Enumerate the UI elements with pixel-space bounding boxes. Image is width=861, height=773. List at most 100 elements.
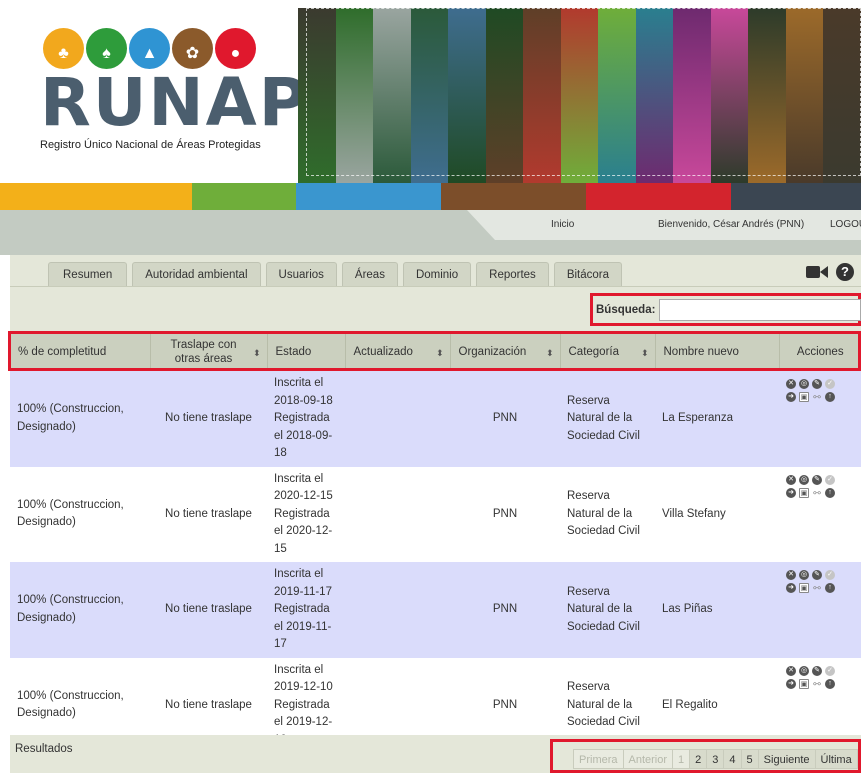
pager-page-4[interactable]: 4 xyxy=(723,749,742,769)
image-icon[interactable]: ▣ xyxy=(799,583,809,593)
tab-usuarios[interactable]: Usuarios xyxy=(265,262,337,286)
nav-home-link[interactable]: Inicio xyxy=(551,219,574,230)
color-bar-segment xyxy=(192,183,296,210)
cell-estado: Inscrita el 2018-09-18 Registrada el 201… xyxy=(267,371,345,467)
edit-icon[interactable]: ✎ xyxy=(812,570,822,580)
link-icon[interactable]: ⚯ xyxy=(812,583,822,593)
edit-icon[interactable]: ✎ xyxy=(812,379,822,389)
link-icon[interactable]: ⚯ xyxy=(812,488,822,498)
column-header-estado[interactable]: Estado xyxy=(267,333,346,371)
cell-actions: ✕ ◎ ✎ ✓ ➜ ▣ ⚯ ↑ xyxy=(779,371,861,467)
delete-icon[interactable]: ✕ xyxy=(786,379,796,389)
delete-icon[interactable]: ✕ xyxy=(786,474,796,485)
sort-icon[interactable]: ⬍ xyxy=(253,346,261,360)
nature-photo-panel xyxy=(335,8,374,183)
results-label: Resultados xyxy=(15,743,73,755)
nature-photo-panel xyxy=(823,8,861,183)
tab-autoridad-ambiental[interactable]: Autoridad ambiental xyxy=(132,262,261,286)
logo-mountain-circle-icon: ▲ xyxy=(129,28,170,69)
edit-icon[interactable]: ✎ xyxy=(812,665,822,676)
logo-circles: ♣ ♠ ▲ ✿ ● xyxy=(43,28,270,69)
column-header-traslape[interactable]: Traslape con otras áreas ⬍ xyxy=(150,333,268,371)
areas-table-wrapper: % de completitud Traslape con otras área… xyxy=(10,333,861,753)
cell-traslape: No tiene traslape xyxy=(150,562,267,658)
view-icon[interactable]: ◎ xyxy=(799,379,809,389)
approve-icon[interactable]: ✓ xyxy=(825,379,835,389)
link-icon[interactable]: ⚯ xyxy=(812,392,822,402)
cell-traslape: No tiene traslape xyxy=(150,371,267,467)
sort-icon[interactable]: ⬍ xyxy=(436,346,444,360)
nature-photo-panel xyxy=(410,8,449,183)
table-row[interactable]: 100% (Construccion, Designado) No tiene … xyxy=(10,562,861,658)
upload-icon[interactable]: ↑ xyxy=(825,583,835,593)
pager-page-2[interactable]: 2 xyxy=(689,749,708,769)
upload-icon[interactable]: ↑ xyxy=(825,392,835,402)
tab-areas[interactable]: Áreas xyxy=(341,262,398,286)
go-icon[interactable]: ➜ xyxy=(786,487,796,498)
column-header-label: Organización xyxy=(458,346,527,358)
view-icon[interactable]: ◎ xyxy=(799,570,809,580)
tab-reportes[interactable]: Reportes xyxy=(476,262,549,286)
nav-logout-link[interactable]: LOGOUT xyxy=(830,219,861,230)
video-camera-icon[interactable] xyxy=(806,264,828,280)
pager-page-3[interactable]: 3 xyxy=(706,749,725,769)
nature-photo-panel xyxy=(485,8,524,183)
search-input[interactable] xyxy=(659,299,861,321)
approve-icon[interactable]: ✓ xyxy=(825,570,835,580)
edit-icon[interactable]: ✎ xyxy=(812,474,822,485)
approve-icon[interactable]: ✓ xyxy=(825,665,835,676)
approve-icon[interactable]: ✓ xyxy=(825,474,835,485)
question-circle-icon[interactable]: ? xyxy=(836,263,854,281)
logo-subtitle: Registro Único Nacional de Áreas Protegi… xyxy=(40,139,261,151)
column-header-actualizado[interactable]: Actualizado ⬍ xyxy=(345,333,451,371)
cell-traslape: No tiene traslape xyxy=(150,466,267,562)
cell-organizacion: PNN xyxy=(450,371,560,467)
logo-palm-circle-icon: ♣ xyxy=(43,28,84,69)
upload-icon[interactable]: ↑ xyxy=(825,678,835,689)
tab-resumen[interactable]: Resumen xyxy=(48,262,128,286)
site-header: ♣ ♠ ▲ ✿ ● RUNAP Registro Único Nacional … xyxy=(0,0,861,210)
view-icon[interactable]: ◎ xyxy=(799,474,809,485)
pager-prev-button[interactable]: Anterior xyxy=(622,749,674,769)
cell-completitud: 100% (Construccion, Designado) xyxy=(10,562,150,658)
pager-page-5[interactable]: 5 xyxy=(740,749,759,769)
sort-icon[interactable]: ⬍ xyxy=(641,346,649,360)
table-row[interactable]: 100% (Construccion, Designado) No tiene … xyxy=(10,466,861,562)
delete-icon[interactable]: ✕ xyxy=(786,665,796,676)
column-header-label: Acciones xyxy=(796,346,844,358)
nature-photo-panel xyxy=(598,8,636,183)
image-icon[interactable]: ▣ xyxy=(799,392,809,402)
table-header-row: % de completitud Traslape con otras área… xyxy=(10,333,861,371)
go-icon[interactable]: ➜ xyxy=(786,392,796,402)
link-icon[interactable]: ⚯ xyxy=(812,679,822,689)
image-icon[interactable]: ▣ xyxy=(799,487,809,498)
actions-row: ✕ ◎ ✎ ✓ xyxy=(786,474,854,485)
column-header-organizacion[interactable]: Organización ⬍ xyxy=(450,333,561,371)
cell-categoria: Reserva Natural de la Sociedad Civil xyxy=(560,562,655,658)
delete-icon[interactable]: ✕ xyxy=(786,570,796,580)
column-header-nombre-nuevo[interactable]: Nombre nuevo xyxy=(655,333,780,371)
go-icon[interactable]: ➜ xyxy=(786,583,796,593)
go-icon[interactable]: ➜ xyxy=(786,678,796,689)
tab-dominio[interactable]: Dominio xyxy=(402,262,472,286)
view-icon[interactable]: ◎ xyxy=(799,665,809,676)
sort-icon[interactable]: ⬍ xyxy=(546,346,554,360)
tab-bitacora[interactable]: Bitácora xyxy=(553,262,622,286)
nature-photo-panel xyxy=(448,8,486,183)
runap-logo[interactable]: ♣ ♠ ▲ ✿ ● RUNAP Registro Único Nacional … xyxy=(40,28,307,158)
column-header-categoria[interactable]: Categoría ⬍ xyxy=(560,333,656,371)
column-header-label: Nombre nuevo xyxy=(663,346,739,358)
nature-photo-panel xyxy=(373,8,411,183)
table-row[interactable]: 100% (Construccion, Designado) No tiene … xyxy=(10,371,861,467)
pager-first-button[interactable]: Primera xyxy=(573,749,624,769)
actions-row: ➜ ▣ ⚯ ↑ xyxy=(786,392,854,402)
pager-next-button[interactable]: Siguiente xyxy=(757,749,816,769)
color-bar-segment xyxy=(0,183,192,210)
actions-row: ➜ ▣ ⚯ ↑ xyxy=(786,487,854,498)
pager-page-1[interactable]: 1 xyxy=(672,749,691,769)
image-icon[interactable]: ▣ xyxy=(799,678,809,689)
upload-icon[interactable]: ↑ xyxy=(825,487,835,498)
cell-actions: ✕ ◎ ✎ ✓ ➜ ▣ ⚯ ↑ xyxy=(779,466,861,562)
pager-last-button[interactable]: Última xyxy=(814,749,858,769)
column-header-completitud[interactable]: % de completitud xyxy=(10,333,151,371)
